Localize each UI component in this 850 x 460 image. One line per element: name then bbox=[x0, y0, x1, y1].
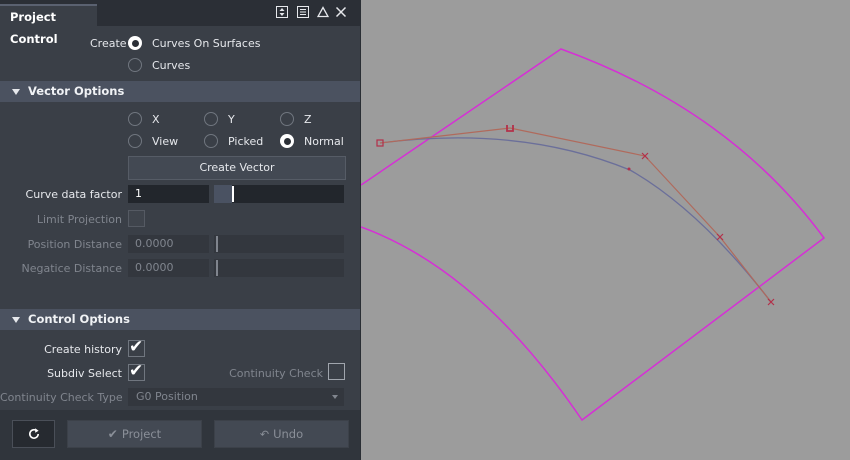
radio-curves-on-surfaces[interactable] bbox=[128, 36, 142, 50]
radio-picked[interactable] bbox=[204, 134, 218, 148]
radio-picked-label[interactable]: Picked bbox=[228, 135, 263, 148]
radio-z[interactable] bbox=[280, 112, 294, 126]
radio-view-label[interactable]: View bbox=[152, 135, 178, 148]
radio-z-label[interactable]: Z bbox=[304, 113, 312, 126]
slider-handle[interactable] bbox=[232, 186, 234, 202]
radio-view[interactable] bbox=[128, 134, 142, 148]
control-options-header[interactable]: Control Options bbox=[0, 309, 360, 330]
radio-curves-on-surfaces-label[interactable]: Curves On Surfaces bbox=[152, 37, 260, 50]
surface-boundary bbox=[361, 48, 826, 422]
modeling-viewport[interactable] bbox=[361, 0, 850, 460]
negatice-distance-label: Negatice Distance bbox=[21, 262, 123, 275]
undo-icon: ↶ bbox=[259, 428, 270, 441]
cv-fourth-marker[interactable] bbox=[716, 233, 724, 241]
negatice-distance-input[interactable]: 0.0000 bbox=[128, 259, 209, 277]
position-distance-input[interactable]: 0.0000 bbox=[128, 235, 209, 253]
projected-curve bbox=[379, 137, 772, 303]
continuity-check-type-label: Continuity Check Type bbox=[0, 391, 123, 404]
project-button[interactable]: ✔ Project bbox=[67, 420, 202, 448]
curve-data-factor-label: Curve data factor bbox=[25, 188, 122, 201]
menu-icon[interactable] bbox=[297, 6, 309, 18]
undo-button-label: Undo bbox=[273, 427, 304, 441]
curve-data-factor-slider[interactable] bbox=[214, 185, 344, 203]
close-icon[interactable] bbox=[335, 6, 347, 18]
panel-tab-title[interactable]: Project Control bbox=[0, 4, 97, 46]
action-bar: ✔ Project ↶ Undo bbox=[0, 410, 360, 460]
subdiv-select-checkbox[interactable]: ✔ bbox=[128, 361, 145, 381]
reset-button[interactable] bbox=[12, 420, 55, 448]
control-options-title: Control Options bbox=[28, 312, 130, 326]
negatice-distance-slider[interactable] bbox=[214, 259, 344, 277]
slider-fill bbox=[214, 185, 232, 203]
radio-normal[interactable] bbox=[280, 134, 294, 148]
create-vector-button[interactable]: Create Vector bbox=[128, 156, 346, 180]
continuity-check-label: Continuity Check bbox=[229, 367, 323, 380]
radio-curves[interactable] bbox=[128, 58, 142, 72]
project-control-panel: Project Control Create Curves On Surface… bbox=[0, 0, 361, 460]
position-distance-label: Position Distance bbox=[27, 238, 122, 251]
position-distance-slider[interactable] bbox=[214, 235, 344, 253]
undo-button[interactable]: ↶ Undo bbox=[214, 420, 349, 448]
edit-point-marker[interactable] bbox=[627, 167, 631, 171]
chevron-down-icon bbox=[332, 395, 338, 399]
slider-handle[interactable] bbox=[216, 260, 218, 276]
create-label: Create bbox=[90, 37, 127, 50]
subdiv-select-label: Subdiv Select bbox=[47, 367, 122, 380]
resize-icon[interactable] bbox=[276, 6, 288, 18]
limit-projection-checkbox[interactable] bbox=[128, 210, 145, 227]
limit-projection-label: Limit Projection bbox=[36, 213, 122, 226]
curve-data-factor-input[interactable]: 1 bbox=[128, 185, 209, 203]
checkmark-icon: ✔ bbox=[107, 427, 118, 441]
radio-normal-label[interactable]: Normal bbox=[304, 135, 344, 148]
checkmark-icon: ✔ bbox=[129, 361, 144, 381]
slider-handle[interactable] bbox=[216, 236, 218, 252]
radio-x[interactable] bbox=[128, 112, 142, 126]
continuity-check-type-value: G0 Position bbox=[136, 390, 198, 403]
expand-triangle-icon bbox=[12, 89, 20, 95]
radio-curves-label[interactable]: Curves bbox=[152, 59, 190, 72]
vector-options-header[interactable]: Vector Options bbox=[0, 81, 360, 102]
radio-y-label[interactable]: Y bbox=[228, 113, 235, 126]
panel-titlebar: Project Control bbox=[0, 0, 360, 46]
radio-x-label[interactable]: X bbox=[152, 113, 160, 126]
collapse-icon[interactable] bbox=[317, 6, 329, 18]
expand-triangle-icon bbox=[12, 317, 20, 323]
continuity-check-type-select[interactable]: G0 Position bbox=[128, 388, 344, 406]
reset-icon bbox=[28, 428, 39, 439]
viewport-canvas[interactable] bbox=[361, 0, 850, 460]
create-history-label: Create history bbox=[44, 343, 122, 356]
checkmark-icon: ✔ bbox=[129, 337, 144, 357]
continuity-check-checkbox[interactable] bbox=[328, 363, 345, 380]
vector-options-title: Vector Options bbox=[28, 84, 125, 98]
control-hull bbox=[379, 127, 772, 303]
project-button-label: Project bbox=[121, 427, 162, 441]
create-history-checkbox[interactable]: ✔ bbox=[128, 337, 145, 357]
cv-end-marker[interactable] bbox=[767, 298, 775, 306]
radio-y[interactable] bbox=[204, 112, 218, 126]
